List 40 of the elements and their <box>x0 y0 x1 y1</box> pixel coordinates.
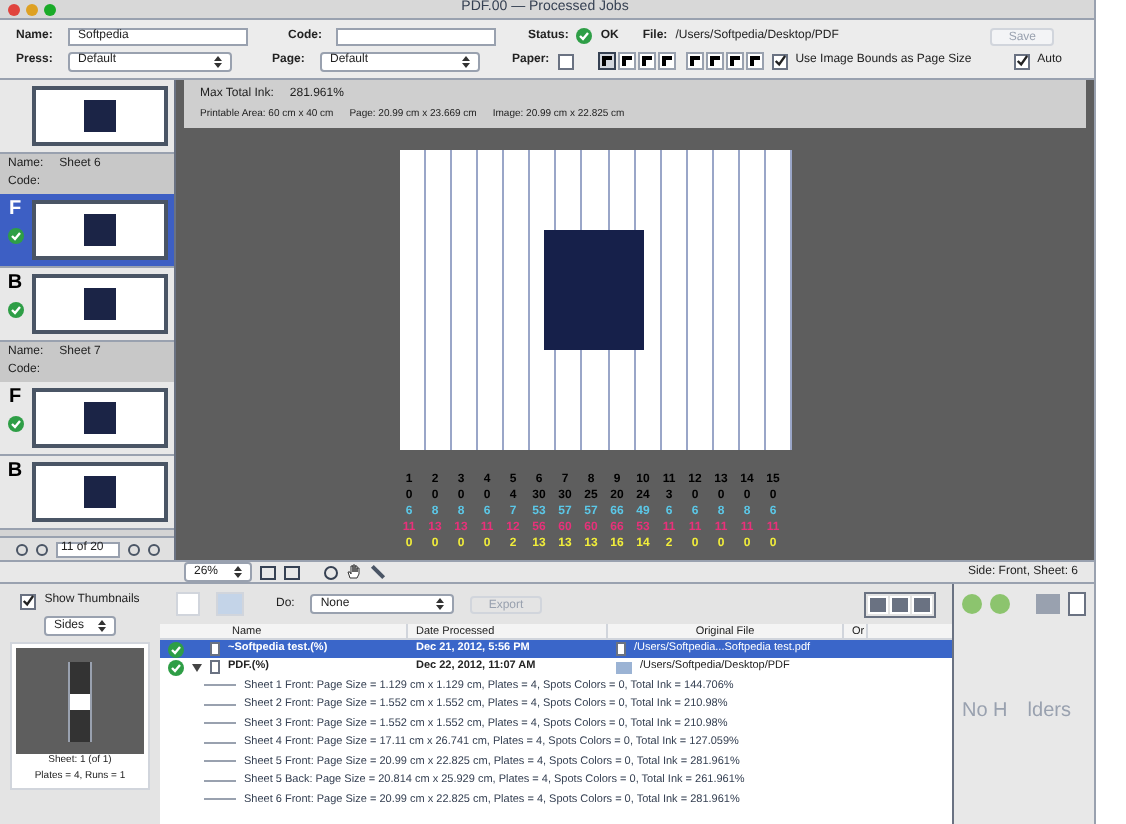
photo-placeholder <box>84 214 116 246</box>
updown-arrows-icon <box>234 566 242 578</box>
orientation-icon[interactable] <box>745 52 764 70</box>
image-bounds-checkbox[interactable] <box>771 53 788 69</box>
photo-placeholder <box>84 100 116 132</box>
orientation-icon[interactable] <box>705 52 724 70</box>
side-letter: F <box>8 388 22 408</box>
orientation-icon[interactable] <box>685 52 704 70</box>
orientation-icon[interactable] <box>657 52 676 70</box>
empty-message-end: lders <box>1027 698 1071 726</box>
updown-arrows-icon <box>214 55 222 67</box>
auto-checkbox[interactable] <box>1013 53 1030 69</box>
photo-placeholder <box>84 476 116 508</box>
side-letter: B <box>7 462 23 482</box>
orientation-icon[interactable] <box>725 52 744 70</box>
empty-message-start: No H <box>962 698 1008 726</box>
side-letter: B <box>7 274 23 294</box>
updown-arrows-icon <box>462 55 470 67</box>
sheet-miniature <box>68 661 92 741</box>
sheet-thumbnail-item[interactable]: B <box>0 268 174 342</box>
folder-icon <box>616 661 632 673</box>
hand-icon[interactable] <box>346 564 362 580</box>
orientation-icon[interactable] <box>637 52 656 70</box>
paper-checkbox[interactable] <box>557 53 574 69</box>
photo-placeholder <box>84 402 116 434</box>
orientation-icon[interactable] <box>597 52 616 70</box>
side-letter: F <box>8 200 22 220</box>
photo-placeholder <box>84 288 116 320</box>
sheet-thumbnail-item[interactable] <box>0 80 174 154</box>
show-thumbnails-checkbox[interactable] <box>20 593 37 609</box>
code-field[interactable] <box>336 27 496 45</box>
updown-arrows-icon <box>436 598 445 610</box>
orientation-icon[interactable] <box>617 52 636 70</box>
sheet-thumbnail-item[interactable]: F <box>0 382 174 456</box>
updown-arrows-icon <box>98 620 106 632</box>
disclosure-triangle-icon[interactable] <box>192 663 202 671</box>
close-button[interactable] <box>8 3 20 15</box>
sheet-thumbnail-item[interactable]: B <box>0 456 174 530</box>
sheet-thumbnail-item[interactable]: F <box>0 194 174 268</box>
photo-placeholder <box>544 230 644 350</box>
